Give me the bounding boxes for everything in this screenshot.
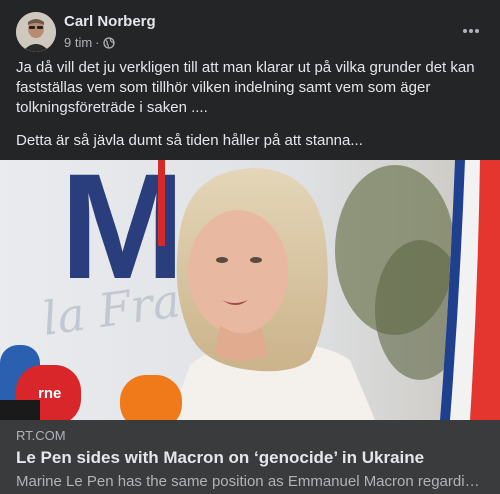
separator-dot: · — [95, 35, 100, 50]
facebook-post: Carl Norberg 9 tim · Ja då vill det ju v… — [0, 0, 500, 494]
link-domain: RT.COM — [16, 428, 66, 443]
link-description: Marine Le Pen has the same position as E… — [16, 473, 486, 490]
link-headline[interactable]: Le Pen sides with Macron on ‘genocide’ i… — [16, 448, 424, 468]
link-preview-image[interactable]: M la France rne — [0, 160, 500, 420]
avatar-photo — [16, 12, 56, 52]
author-avatar[interactable] — [16, 12, 56, 52]
author-name[interactable]: Carl Norberg — [64, 13, 156, 31]
post-header: Carl Norberg 9 tim · — [16, 12, 156, 52]
link-preview-meta[interactable]: RT.COM Le Pen sides with Macron on ‘geno… — [0, 420, 500, 494]
press-conference-photo: M la France rne — [0, 160, 500, 420]
post-paragraph-2: Detta är så jävla dumt så tiden håller p… — [16, 132, 363, 149]
post-text: Ja då vill det ju verkligen till att man… — [16, 58, 484, 164]
post-time[interactable]: 9 tim — [64, 34, 92, 52]
post-paragraph-1: Ja då vill det ju verkligen till att man… — [16, 59, 475, 116]
more-options-button[interactable] — [462, 18, 480, 39]
post-subline: 9 tim · — [64, 34, 156, 52]
mic-label: rne — [38, 385, 61, 402]
more-horizontal-icon — [463, 29, 479, 33]
globe-icon — [102, 37, 115, 49]
post-meta: Carl Norberg 9 tim · — [64, 12, 156, 52]
